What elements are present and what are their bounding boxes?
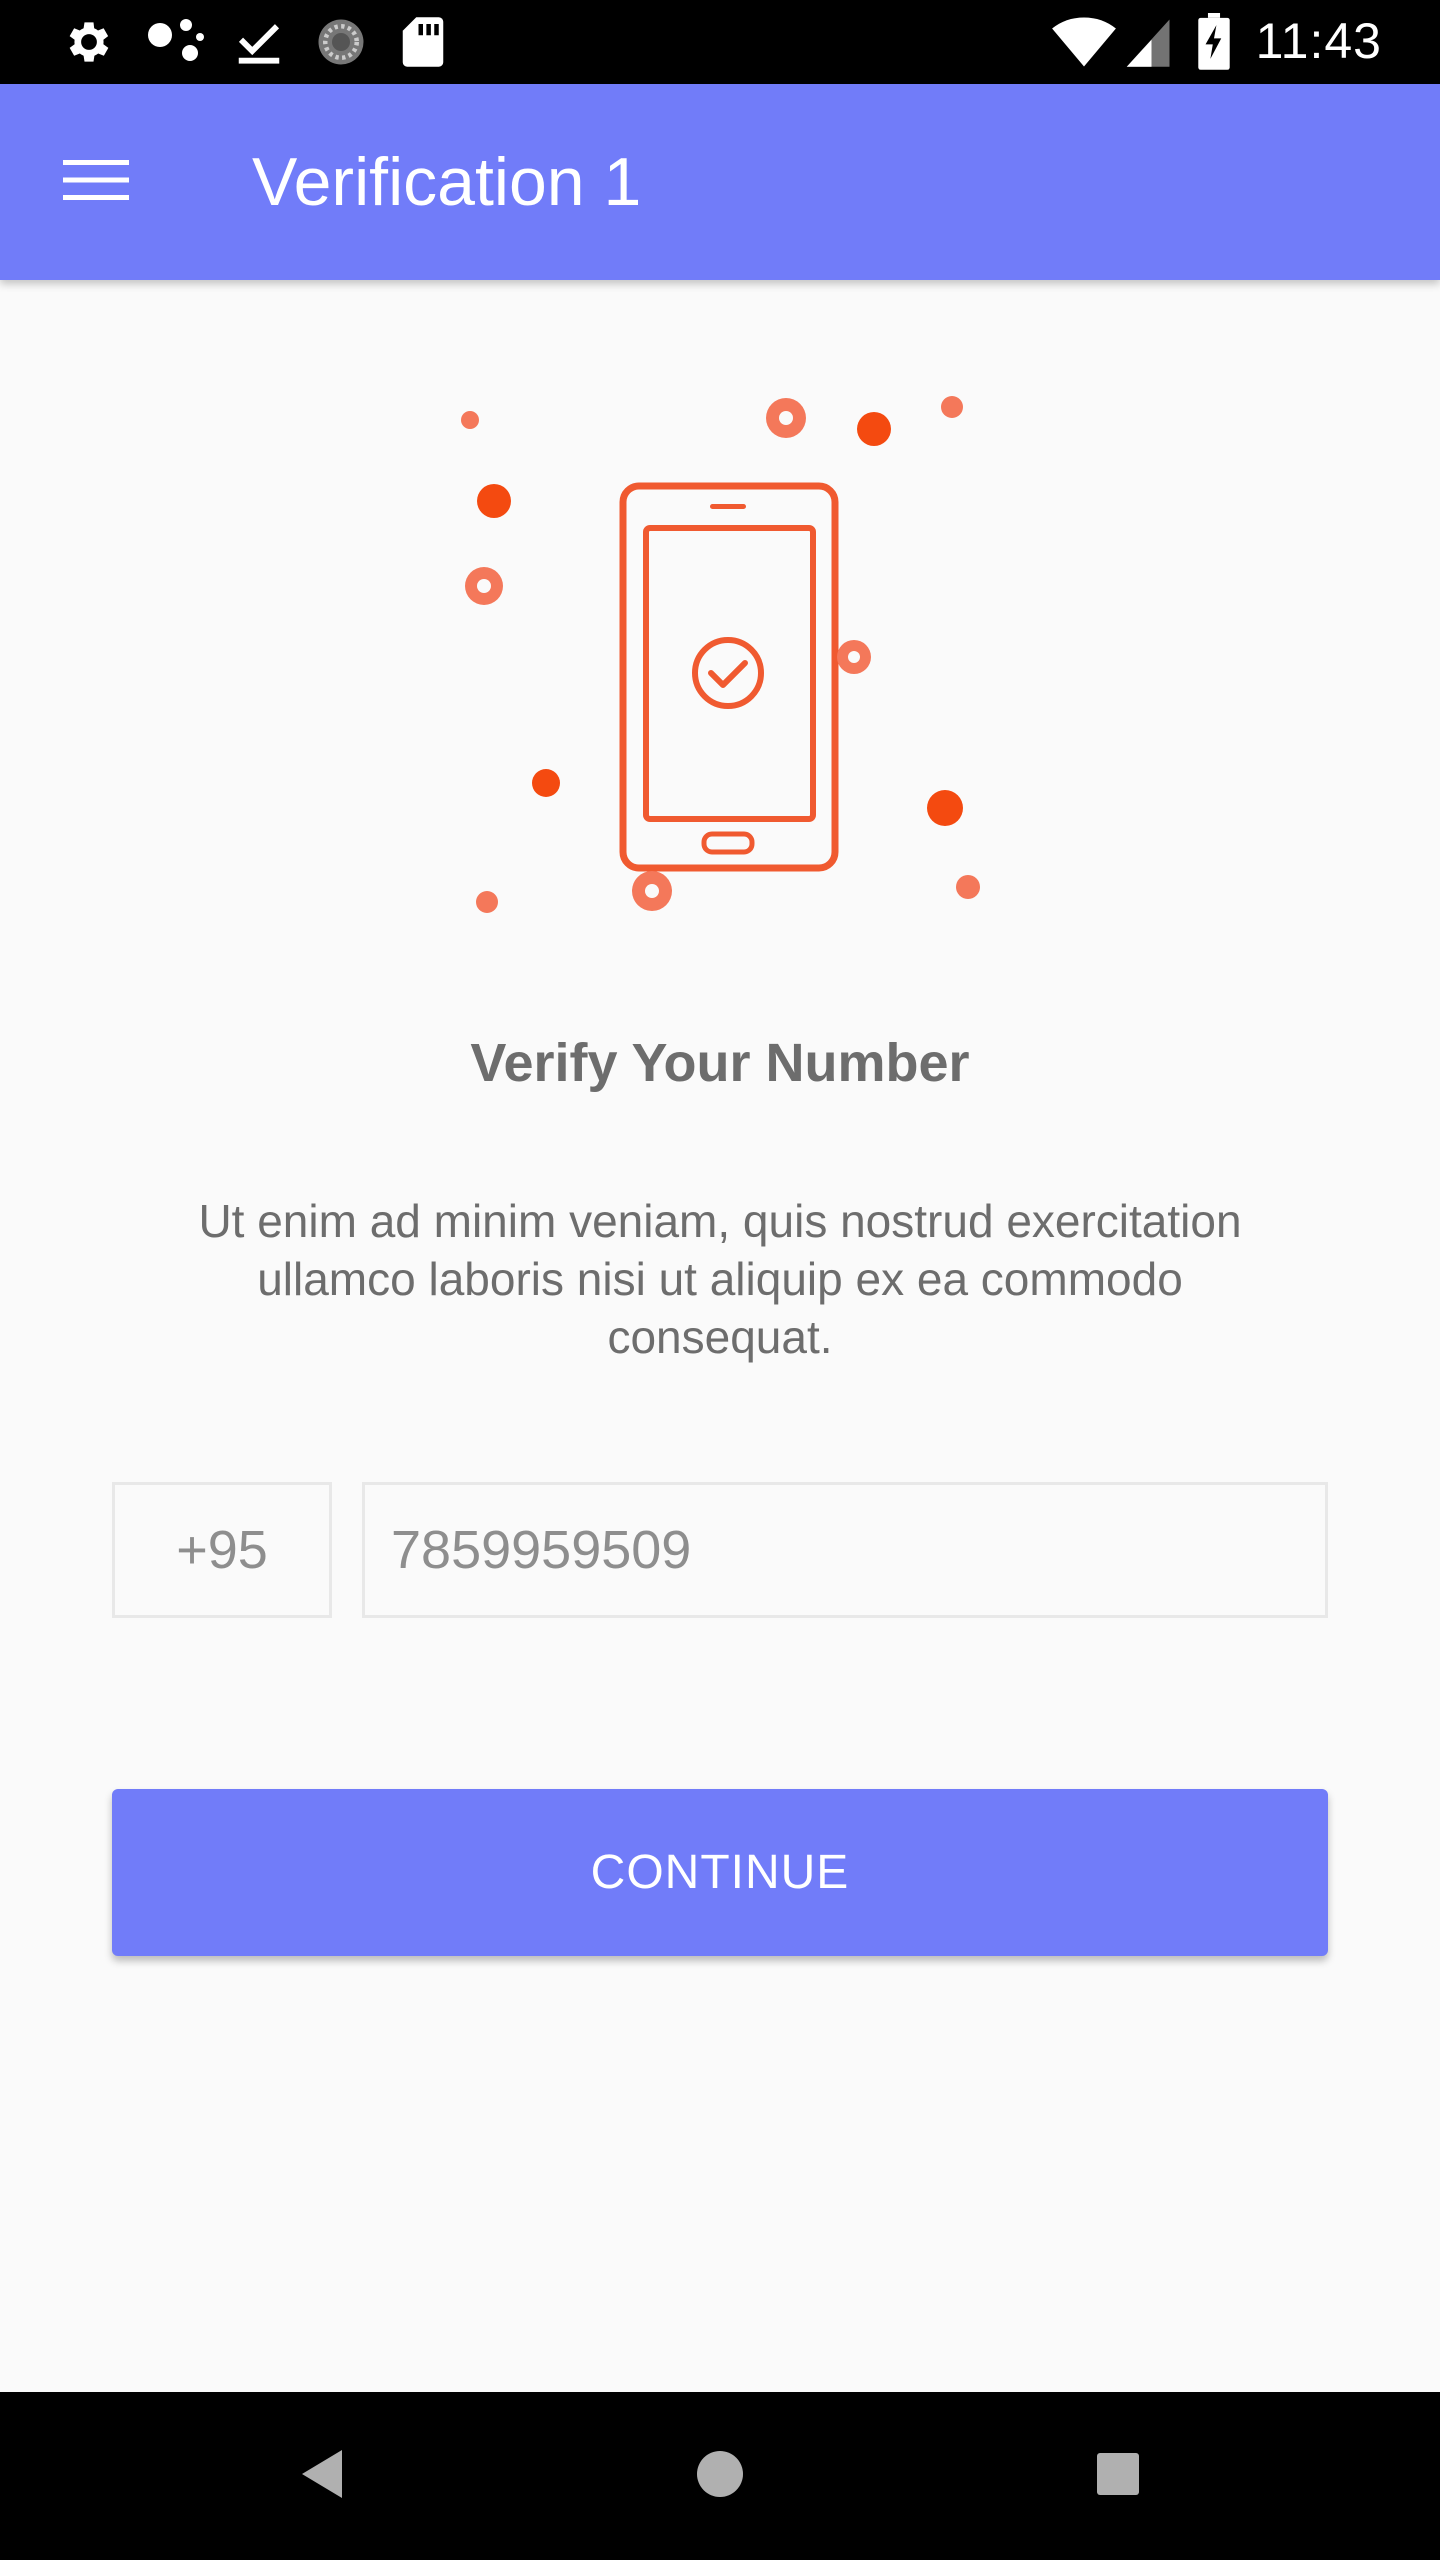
menu-icon bbox=[63, 156, 129, 209]
home-icon bbox=[696, 2450, 744, 2503]
phone-verified-illustration bbox=[440, 380, 1000, 940]
verify-description: Ut enim ad minim veniam, quis nostrud ex… bbox=[198, 1195, 1242, 1363]
dots-icon bbox=[146, 16, 206, 68]
status-bar: 11:43 bbox=[0, 0, 1440, 84]
signal-icon bbox=[1122, 16, 1172, 68]
sync-icon bbox=[314, 16, 368, 68]
app-bar: Verification 1 bbox=[0, 84, 1440, 280]
phone-verified-icon bbox=[619, 482, 839, 872]
back-button[interactable] bbox=[282, 2436, 362, 2516]
country-code-field[interactable]: +95 bbox=[112, 1482, 332, 1618]
sd-card-icon bbox=[400, 16, 446, 68]
clock: 11:43 bbox=[1255, 13, 1382, 69]
recents-icon bbox=[1096, 2452, 1140, 2501]
menu-button[interactable] bbox=[50, 136, 142, 228]
recents-button[interactable] bbox=[1078, 2436, 1158, 2516]
verify-heading: Verify Your Number bbox=[470, 1033, 970, 1093]
home-button[interactable] bbox=[680, 2436, 760, 2516]
wifi-icon bbox=[1052, 16, 1116, 68]
settings-icon bbox=[62, 16, 116, 68]
battery-charging-icon bbox=[1196, 13, 1232, 70]
back-icon bbox=[300, 2448, 344, 2505]
download-done-icon bbox=[232, 16, 286, 68]
phone-number-placeholder: 7859959509 bbox=[391, 1520, 692, 1580]
phone-number-field[interactable]: 7859959509 bbox=[362, 1482, 1328, 1618]
continue-button[interactable]: CONTINUE bbox=[112, 1789, 1328, 1956]
navigation-bar bbox=[0, 2392, 1440, 2560]
page-title: Verification 1 bbox=[252, 144, 642, 220]
country-code-value: +95 bbox=[176, 1520, 268, 1580]
